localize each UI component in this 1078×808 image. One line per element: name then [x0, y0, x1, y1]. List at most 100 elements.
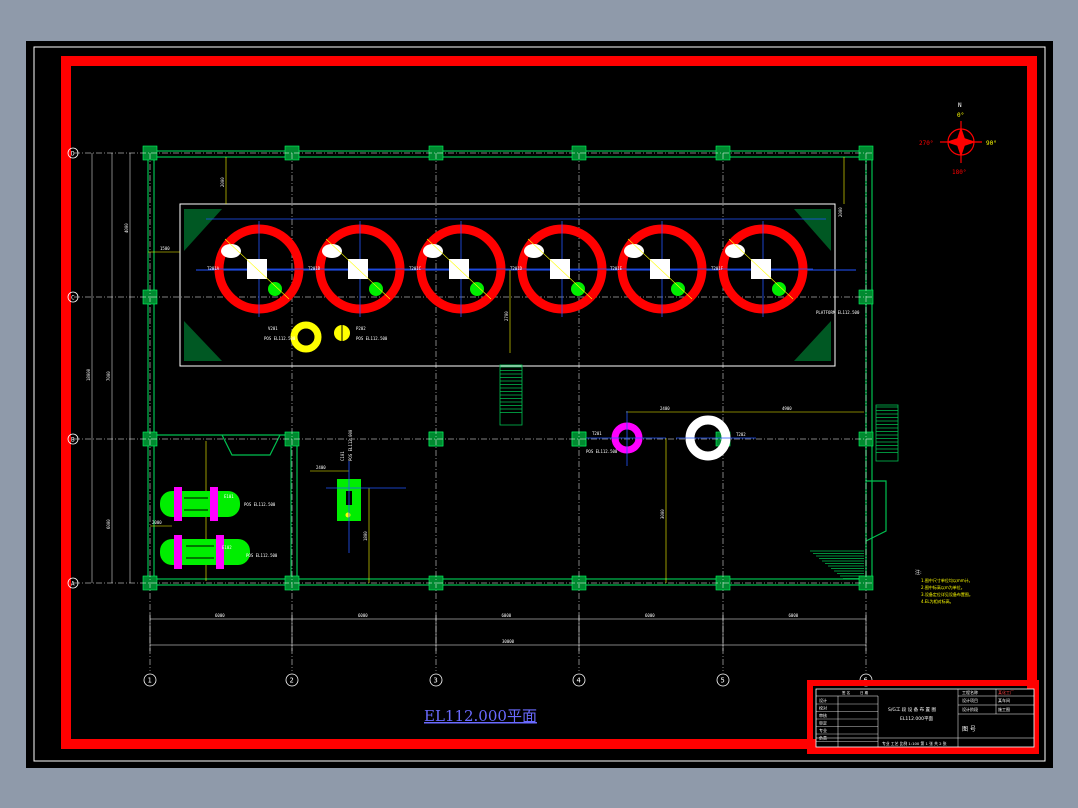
dimension-text: 4900 — [782, 406, 792, 411]
dimension-text: 2700 — [504, 311, 509, 321]
tb-design-value: 某车间 — [998, 697, 1010, 703]
tb-footer: 专业 工艺 比例 1:100 第 1 张 共 2 张 — [882, 741, 947, 746]
title-block: 设计校对审核审定专业负责 签 名 日 期 S/G工 段 设 备 布 置 图 EL… — [807, 680, 1039, 754]
vessel-t202[interactable] — [676, 415, 756, 461]
hx-label-e102: E102 — [222, 545, 232, 550]
tank-tag: T201C — [409, 266, 422, 271]
tank-t201a[interactable]: T201A — [207, 221, 309, 317]
dimension-text: 6000 — [106, 519, 111, 529]
heat-exchanger-e102[interactable] — [160, 535, 250, 569]
vessel-label-t201: T201 — [592, 431, 602, 436]
compass-north: N — [958, 102, 962, 109]
tb-project-label: 工程名称 — [962, 689, 978, 695]
tb-stage-value: 施工图 — [998, 706, 1010, 712]
pump-v201[interactable] — [290, 321, 350, 353]
tb-header-date: 日 期 — [860, 690, 869, 695]
tb-header-sign: 签 名 — [842, 690, 850, 695]
dimension-text: 2000 — [838, 207, 843, 217]
plan-title: EL112.000平面 — [424, 707, 537, 725]
pump-label-p202: P202 — [356, 326, 366, 331]
pump-label-v201: V201 — [268, 326, 278, 331]
tank-t201e[interactable]: T201E — [610, 221, 712, 317]
box-label-c101: C101 — [340, 451, 345, 461]
tb-drawing-name: S/G工 段 设 备 布 置 图 — [888, 706, 936, 713]
note-line: 3.设备定位详见设备布置图。 — [921, 591, 973, 597]
general-notes: 注: 1.图中尺寸单位均以mm计。 2.图中标高以m为单位。 3.设备定位详见设… — [915, 569, 973, 604]
dimension-text: 6000 — [645, 613, 655, 618]
dimension-text: 18000 — [86, 368, 91, 381]
tb-drawing-sub: EL112.000平面 — [900, 716, 933, 722]
grid-label-row: C — [71, 295, 75, 302]
north-arrow: N 0° 90° 180° 270° — [919, 102, 997, 176]
vessel-pos-t201: POS EL112.500 — [586, 449, 618, 454]
compass-90: 90° — [986, 140, 997, 147]
tb-project-value: 某化工厂 — [998, 689, 1014, 695]
dimension-text: 6000 — [215, 613, 225, 618]
tb-role: 专业 — [819, 727, 827, 733]
grid-label-col: 5 — [721, 677, 725, 685]
grid-label-row: A — [71, 581, 75, 588]
compass-270: 270° — [919, 140, 933, 147]
notes-title: 注: — [915, 569, 922, 576]
dimension-text: 4000 — [124, 223, 129, 233]
tank-tag: T201D — [510, 266, 523, 271]
dimension-text: 2000 — [152, 520, 162, 525]
tank-tag: T201E — [610, 266, 623, 271]
note-line: 1.图中尺寸单位均以mm计。 — [921, 577, 973, 583]
compass-180: 180° — [952, 169, 966, 176]
sheet-outer-frame — [33, 46, 1046, 762]
pump-pos-p202: POS EL112.500 — [356, 336, 388, 341]
tb-stage-label: 设计阶段 — [962, 706, 978, 712]
stairs — [499, 364, 899, 579]
vessel-label-t202: T202 — [736, 432, 746, 437]
grid-label-col: 4 — [577, 677, 581, 685]
heat-exchanger-e101[interactable] — [160, 487, 240, 521]
grid-label-col: 1 — [148, 677, 152, 685]
tank-t201b[interactable]: T201B — [308, 221, 410, 317]
tb-role: 负责 — [819, 735, 827, 741]
dimension-text: 1500 — [160, 246, 170, 251]
floor-plan-drawing[interactable]: 1 2 3 4 5 6DCBA 6000 6000 6000 6000 6000300001800… — [26, 41, 1053, 768]
tb-role: 校对 — [819, 705, 827, 711]
sheet-red-border — [61, 56, 1037, 749]
tank-t201f[interactable]: T201F — [711, 221, 813, 317]
note-line: 4.EL为相对标高。 — [921, 598, 954, 604]
hx-pos-e101: POS EL112.500 — [244, 502, 276, 507]
dimension-text: 3000 — [660, 509, 665, 519]
tank-t201c[interactable]: T201C — [409, 221, 511, 317]
grid-label-row: D — [71, 151, 75, 158]
dimension-text: 6000 — [789, 613, 799, 618]
dimension-text: 2000 — [220, 177, 225, 187]
dimension-text: 2400 — [660, 406, 670, 411]
note-line: 2.图中标高以m为单位。 — [921, 584, 965, 590]
grid-label-col: 3 — [434, 677, 438, 685]
tank-tag: T201A — [207, 266, 220, 271]
tb-role: 审定 — [819, 720, 827, 726]
tank-t201d[interactable]: T201D — [510, 221, 612, 317]
tb-role: 审核 — [819, 712, 827, 718]
structural-columns — [142, 145, 874, 591]
dimension-text: 2400 — [316, 465, 326, 470]
tank-tag: T201F — [711, 266, 724, 271]
pump-pos-v201: POS EL112.500 — [264, 336, 296, 341]
grid-label-row: B — [71, 437, 75, 444]
dimension-text: 6000 — [358, 613, 368, 618]
dimension-text: 30000 — [502, 639, 515, 644]
platform-label: PLATFORM EL112.500 — [816, 310, 860, 315]
tb-drawing-no-label: 图 号 — [962, 726, 976, 733]
dimension-text: 1800 — [363, 531, 368, 541]
box-pos-c101: POS EL112.000 — [348, 429, 353, 461]
dimension-text: 6000 — [502, 613, 512, 618]
building-walls — [147, 150, 873, 586]
dimension-text: 7000 — [106, 371, 111, 381]
hx-pos-e102: POS EL112.500 — [246, 553, 278, 558]
hx-label-e101: E101 — [224, 494, 234, 499]
cad-viewport[interactable]: 123456DCBA 6000 6000 6000 6000 6000 30000 1800… — [26, 41, 1053, 768]
tb-design-label: 设计项目 — [962, 697, 978, 703]
vessel-t201[interactable] — [586, 411, 666, 466]
interior-walls — [148, 434, 887, 585]
grid-label-col: 2 — [290, 677, 294, 685]
tb-role: 设计 — [819, 697, 827, 703]
compass-0: 0° — [957, 112, 964, 119]
tank-tag: T201B — [308, 266, 321, 271]
